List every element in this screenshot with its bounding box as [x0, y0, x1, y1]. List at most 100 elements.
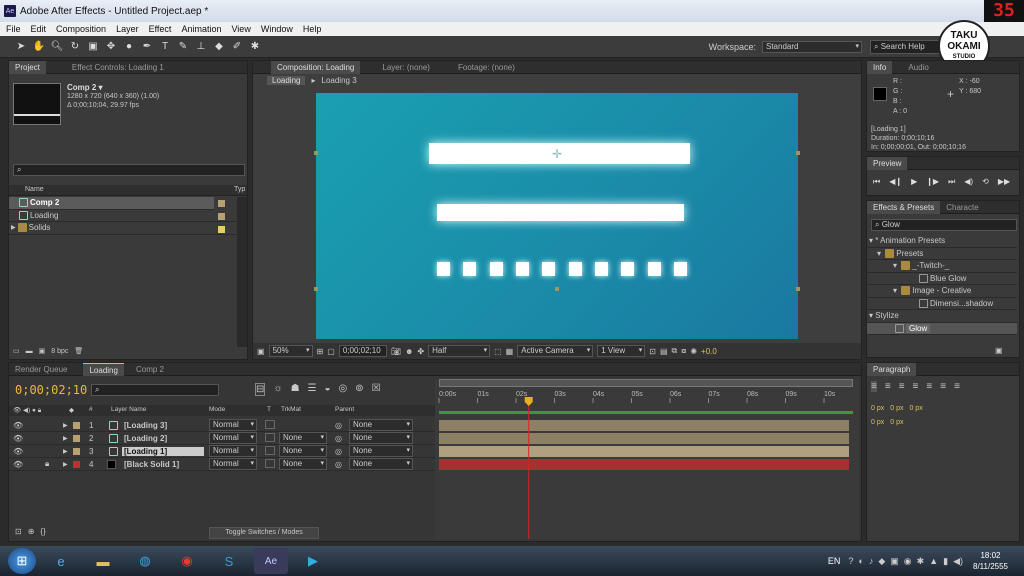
- col-t[interactable]: T: [267, 406, 271, 413]
- timeline-timecode[interactable]: 0;00;02;10: [15, 383, 87, 397]
- transform-handle[interactable]: [555, 287, 559, 291]
- tray-icon[interactable]: ◉: [904, 556, 912, 567]
- col-trkmat[interactable]: TrkMat: [281, 406, 301, 413]
- play-icon[interactable]: ▶: [911, 177, 917, 187]
- tab-preview[interactable]: Preview: [867, 156, 908, 170]
- layer-parent-select[interactable]: None: [349, 432, 413, 444]
- layer-label-swatch[interactable]: [73, 447, 80, 455]
- layer-mode-select[interactable]: Normal: [209, 458, 257, 470]
- comp-mini-flowchart-icon[interactable]: ⊟: [255, 383, 266, 396]
- new-comp-icon[interactable]: ▣: [39, 347, 46, 355]
- layer-mode-select[interactable]: Normal: [209, 432, 257, 444]
- col-type[interactable]: Typ: [234, 186, 245, 193]
- previous-frame-icon[interactable]: ◀❙: [889, 177, 902, 187]
- graph-editor-icon[interactable]: ☒: [372, 383, 381, 396]
- tray-icon[interactable]: ✱: [917, 556, 925, 567]
- col-mode[interactable]: Mode: [209, 406, 225, 413]
- brainstorm-icon[interactable]: ◎: [339, 383, 348, 396]
- tab-character[interactable]: Characte: [940, 201, 984, 214]
- motion-blur-icon[interactable]: ◒: [325, 383, 331, 396]
- layer-search-input[interactable]: ⌕: [91, 384, 219, 396]
- tray-icon[interactable]: ◆: [878, 556, 885, 567]
- transform-handle[interactable]: [796, 287, 800, 291]
- bpc-label[interactable]: 8 bpc: [51, 348, 68, 355]
- preserve-transparency-checkbox[interactable]: [265, 446, 275, 455]
- space-after-value[interactable]: 0 px: [890, 419, 903, 426]
- auto-keyframe-icon[interactable]: ⊚: [355, 383, 363, 396]
- transfer-controls-icon[interactable]: ⊕: [28, 527, 35, 536]
- indent-first-value[interactable]: 0 px: [909, 405, 922, 412]
- visibility-eye-icon[interactable]: 👁︎: [13, 434, 23, 443]
- layer-trkmat-select[interactable]: None: [279, 445, 327, 457]
- tab-render-queue[interactable]: Render Queue: [9, 363, 73, 376]
- loop-icon[interactable]: ⟲: [982, 177, 989, 187]
- layer-row[interactable]: 👁︎ ▶ 3 [Loading 1] Normal None ◎ None: [9, 445, 435, 458]
- in-out-icon[interactable]: {}: [40, 527, 45, 536]
- expand-arrow-icon[interactable]: ▶: [63, 435, 68, 442]
- time-graph[interactable]: 0:00s 01s 02s 03s 04s 05s 06s 07s 08s 09s 10s: [435, 379, 859, 539]
- visibility-eye-icon[interactable]: 👁︎: [13, 447, 23, 456]
- transform-handle[interactable]: [314, 287, 318, 291]
- exposure-icon[interactable]: ✺: [690, 347, 697, 356]
- menu-layer[interactable]: Layer: [116, 24, 139, 34]
- draft-3d-icon[interactable]: ☼: [273, 383, 282, 396]
- tree-item[interactable]: ▾ * Animation Presets: [867, 235, 1017, 248]
- last-frame-icon[interactable]: ⏭: [948, 177, 955, 187]
- tray-icon[interactable]: ◐: [858, 556, 863, 567]
- layer-bar-loading-3[interactable]: [439, 420, 849, 431]
- justify-center-icon[interactable]: ≡: [926, 381, 932, 392]
- layer-mode-select[interactable]: Normal: [209, 419, 257, 431]
- shape-tool-icon[interactable]: ●: [122, 40, 136, 54]
- first-frame-icon[interactable]: ⏮: [873, 177, 880, 187]
- camera-select[interactable]: Active Camera: [517, 345, 594, 357]
- tree-item[interactable]: ▾ _-Twitch-_: [867, 260, 1017, 273]
- media-center-icon[interactable]: ◍: [128, 548, 162, 574]
- media-player-icon[interactable]: ▶: [296, 548, 330, 574]
- preserve-transparency-checkbox[interactable]: [265, 420, 275, 429]
- explorer-icon[interactable]: ▬: [86, 548, 120, 574]
- menu-view[interactable]: View: [231, 24, 250, 34]
- tab-comp-2[interactable]: Comp 2: [130, 363, 170, 376]
- volume-icon[interactable]: ◀): [953, 556, 963, 567]
- layer-bar-loading-1[interactable]: [439, 446, 849, 457]
- network-icon[interactable]: ▮: [943, 556, 948, 567]
- color-channels-icon[interactable]: ✤: [417, 347, 424, 356]
- effects-search-input[interactable]: ⌕ Glow: [871, 219, 1017, 231]
- col-layer-name[interactable]: Layer Name: [111, 406, 146, 413]
- layer-name[interactable]: [Loading 2]: [124, 434, 167, 443]
- resolution-select[interactable]: Half: [428, 345, 491, 357]
- magnification-select[interactable]: 50%: [268, 345, 313, 357]
- anchor-point-icon[interactable]: ✛: [552, 147, 562, 161]
- tree-item[interactable]: Glow: [867, 322, 1017, 335]
- menu-help[interactable]: Help: [303, 24, 322, 34]
- tab-effect-controls[interactable]: Effect Controls: Loading 1: [66, 61, 170, 74]
- composition-canvas[interactable]: ✛: [316, 93, 798, 339]
- lock-icon[interactable]: 🔒︎: [45, 459, 49, 469]
- pickwhip-icon[interactable]: ◎: [335, 460, 342, 469]
- col-parent[interactable]: Parent: [335, 406, 354, 413]
- layer-row[interactable]: 👁︎ 🔒︎ ▶ 4 [Black Solid 1] Normal None ◎ …: [9, 458, 435, 471]
- label-swatch[interactable]: [218, 200, 225, 207]
- menu-composition[interactable]: Composition: [56, 24, 106, 34]
- new-preset-icon[interactable]: ▣: [995, 346, 1003, 355]
- layer-parent-select[interactable]: None: [349, 419, 413, 431]
- frame-blending-icon[interactable]: ☰: [308, 383, 317, 396]
- layer-row[interactable]: 👁︎ ▶ 2 [Loading 2] Normal None ◎ None: [9, 432, 435, 445]
- time-navigator[interactable]: [439, 379, 853, 387]
- next-frame-icon[interactable]: ❙▶: [926, 177, 939, 187]
- layer-label-swatch[interactable]: [73, 421, 80, 429]
- layer-name[interactable]: [Loading 3]: [124, 421, 167, 430]
- brush-tool-icon[interactable]: ✎: [176, 40, 190, 54]
- tab-info[interactable]: Info: [867, 60, 893, 74]
- tree-item[interactable]: Blue Glow: [867, 273, 1017, 285]
- tray-icon[interactable]: ▲: [929, 556, 938, 567]
- playhead-marker[interactable]: [524, 397, 533, 406]
- menu-window[interactable]: Window: [261, 24, 293, 34]
- always-preview-icon[interactable]: ▣: [257, 347, 265, 356]
- transparency-grid-icon[interactable]: ▦: [506, 347, 514, 356]
- tree-item[interactable]: Dimensi...shadow: [867, 298, 1017, 310]
- comp-name[interactable]: Comp 2 ▾: [67, 83, 103, 92]
- loading-dots[interactable]: [437, 262, 687, 278]
- pixel-aspect-icon[interactable]: ⊡: [649, 347, 656, 356]
- shy-layers-icon[interactable]: ☗: [291, 383, 300, 396]
